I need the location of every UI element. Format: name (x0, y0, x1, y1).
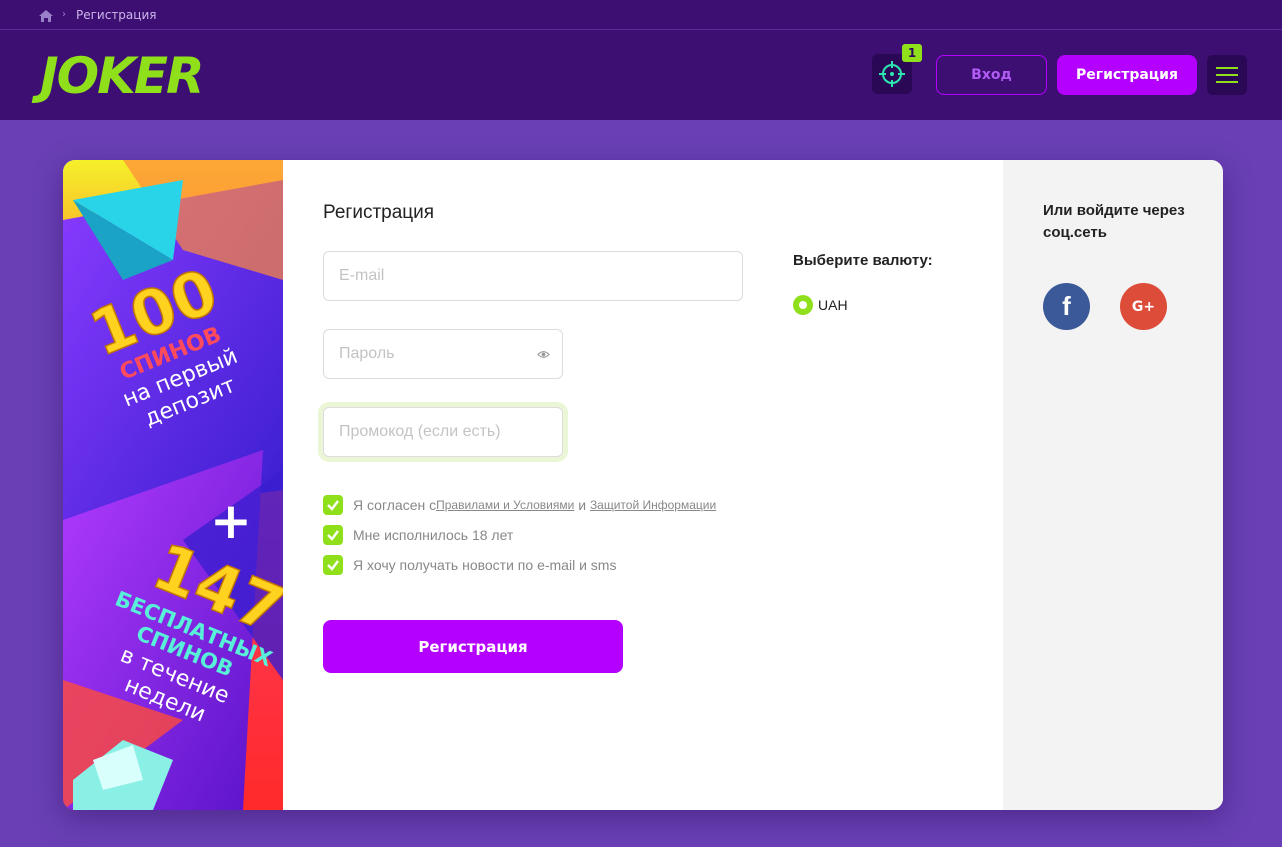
registration-form: Регистрация E-mail Пароль Промокод (если… (283, 160, 1003, 810)
radio-dot (799, 301, 807, 309)
facebook-icon: f (1062, 291, 1071, 321)
crosshair-icon (879, 61, 905, 87)
terms-checkbox-row: Я согласен с Правилами и Условиями и Защ… (323, 495, 716, 515)
promo-plus: + (210, 492, 252, 550)
social-login-panel: Или войдите через соц.сеть f G+ (1003, 160, 1223, 810)
chevron-right-icon: › (62, 9, 66, 20)
registration-card: 100 СПИНОВ на первый депозит + 147 БЕСПЛ… (63, 160, 1223, 810)
news-checkbox-row: Я хочу получать новости по e-mail и sms (323, 555, 616, 575)
check-icon (327, 560, 339, 571)
joker-logo[interactable]: JOKER (40, 48, 205, 104)
check-icon (327, 530, 339, 541)
currency-title: Выберите валюту: (793, 252, 933, 269)
news-checkbox[interactable] (323, 555, 343, 575)
terms-and: и (574, 497, 590, 513)
menu-burger-button[interactable] (1207, 55, 1247, 95)
burger-line (1216, 74, 1238, 76)
eye-icon[interactable] (537, 348, 550, 361)
terms-checkbox[interactable] (323, 495, 343, 515)
facebook-login-button[interactable]: f (1043, 283, 1090, 330)
age-checkbox[interactable] (323, 525, 343, 545)
age-label: Мне исполнилось 18 лет (353, 527, 514, 543)
google-plus-icon: G+ (1131, 298, 1156, 315)
burger-line (1216, 67, 1238, 69)
breadcrumb: › Регистрация (0, 0, 1282, 30)
google-login-button[interactable]: G+ (1120, 283, 1167, 330)
form-title: Регистрация (323, 202, 435, 223)
password-field[interactable]: Пароль (323, 329, 563, 379)
home-icon[interactable] (38, 8, 54, 22)
currency-radio-uah[interactable] (793, 295, 813, 315)
site-header: JOKER 1 Вход Регистрация (0, 30, 1282, 120)
password-placeholder: Пароль (339, 345, 395, 362)
currency-label-uah: UAH (818, 297, 848, 313)
login-button[interactable]: Вход (936, 55, 1047, 95)
register-button-header[interactable]: Регистрация (1057, 55, 1197, 95)
breadcrumb-current: Регистрация (76, 7, 157, 22)
burger-line (1216, 81, 1238, 83)
promo-banner: 100 СПИНОВ на первый депозит + 147 БЕСПЛ… (63, 160, 283, 810)
promo-code-field[interactable]: Промокод (если есть) (323, 407, 563, 457)
privacy-link[interactable]: Защитой Информации (590, 498, 716, 512)
register-submit-button[interactable]: Регистрация (323, 620, 623, 673)
social-title: Или войдите через соц.сеть (1043, 202, 1185, 241)
check-icon (327, 500, 339, 511)
age-checkbox-row: Мне исполнилось 18 лет (323, 525, 513, 545)
notification-badge: 1 (902, 44, 922, 62)
terms-link[interactable]: Правилами и Условиями (436, 498, 574, 512)
terms-prefix: Я согласен с (353, 497, 437, 513)
email-field[interactable]: E-mail (323, 251, 743, 301)
news-label: Я хочу получать новости по e-mail и sms (353, 557, 617, 573)
